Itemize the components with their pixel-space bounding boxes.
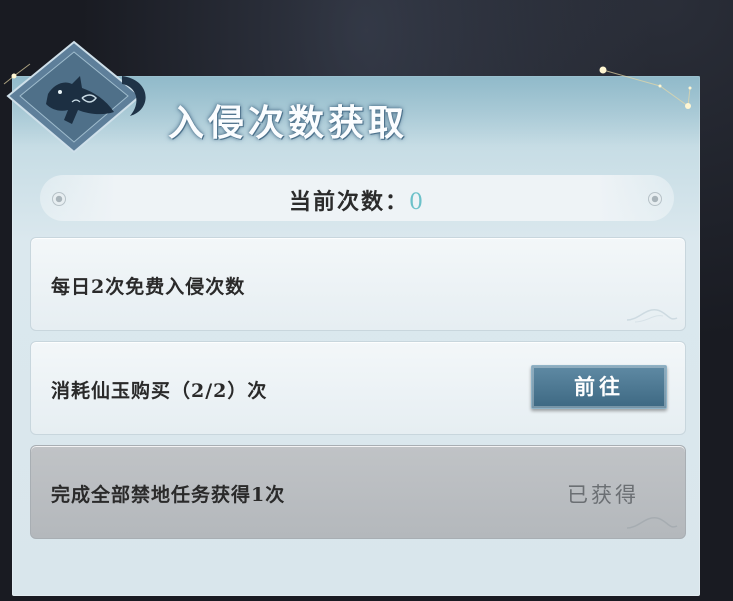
fox-spirit-emblem-icon xyxy=(6,40,146,154)
task-label: 消耗仙玉购买（2/2）次 xyxy=(51,380,268,402)
go-button[interactable]: 前往 xyxy=(531,365,667,409)
ornament-dot-icon xyxy=(648,192,662,206)
current-count: 当前次数：0 xyxy=(40,184,674,216)
task-label: 每日2次免费入侵次数 xyxy=(51,276,246,298)
current-count-value: 0 xyxy=(409,190,425,215)
obtained-status: 已获得 xyxy=(567,483,639,507)
current-count-label: 当前次数： xyxy=(288,189,409,215)
cloud-curl-icon xyxy=(626,517,678,529)
task-row-forbidden-land: 完成全部禁地任务获得1次 已获得 xyxy=(30,445,686,539)
task-label: 完成全部禁地任务获得1次 xyxy=(51,484,286,506)
task-row-daily-free: 每日2次免费入侵次数 xyxy=(30,237,686,331)
cloud-curl-icon xyxy=(626,309,678,323)
current-count-bar: 当前次数：0 xyxy=(40,175,674,221)
dialog-title: 入侵次数获取 xyxy=(168,102,409,144)
task-row-buy-with-jade: 消耗仙玉购买（2/2）次 前往 xyxy=(30,341,686,435)
